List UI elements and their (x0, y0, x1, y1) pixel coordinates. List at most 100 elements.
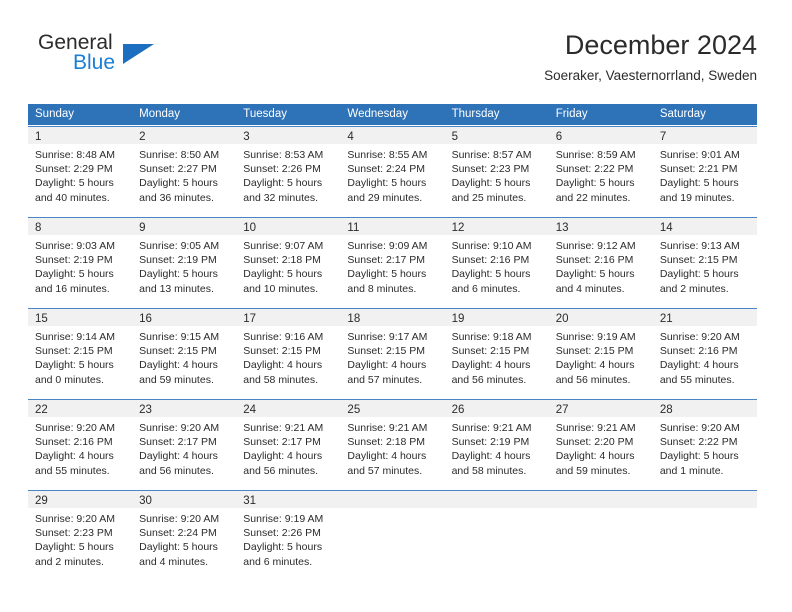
day-number: 6 (555, 131, 563, 143)
weekday-header-monday: Monday (139, 108, 181, 120)
calendar-day-cell[interactable]: 8 Sunrise: 9:03 AM Sunset: 2:19 PM Daylight… (28, 218, 133, 301)
daylight-text-line2: and 2 minutes. (35, 555, 104, 568)
daylight-text-line2: and 2 minutes. (659, 282, 729, 295)
day-number: 9 (139, 222, 146, 234)
day-number: 30 (139, 495, 152, 507)
daylight-text-line1: Daylight: 4 hours (243, 359, 323, 372)
calendar-day-cell[interactable]: 28 Sunrise: 9:20 AM Sunset: 2:22 PM Dayligh… (652, 400, 757, 483)
daylight-text-line1: Daylight: 5 hours (139, 268, 218, 281)
sunset-text: Sunset: 2:26 PM (243, 527, 321, 540)
calendar-day-cell[interactable]: 27 Sunrise: 9:21 AM Sunset: 2:20 PM Dayligh… (548, 400, 653, 483)
calendar-day-cell[interactable]: 29 Sunrise: 9:20 AM Sunset: 2:23 PM Dayligh… (28, 491, 133, 574)
day-number-band: 8 (28, 218, 133, 235)
calendar-day-cell[interactable]: 9 Sunrise: 9:05 AM Sunset: 2:19 PM Daylight… (132, 218, 237, 301)
daylight-text-line2: and 55 minutes. (659, 373, 735, 386)
calendar-day-cell[interactable]: 7 Sunrise: 9:01 AM Sunset: 2:21 PM Daylight… (652, 127, 757, 210)
day-number-band: 5 (444, 127, 549, 144)
day-number: 25 (347, 404, 361, 416)
daylight-text-line1: Daylight: 5 hours (35, 541, 114, 554)
day-number-band: 22 (28, 400, 133, 417)
day-number: 18 (347, 313, 361, 325)
day-number: 21 (659, 313, 673, 325)
calendar-day-cell[interactable]: 20 Sunrise: 9:19 AM Sunset: 2:15 PM Dayligh… (548, 309, 653, 392)
calendar-day-cell-empty (444, 491, 549, 574)
day-number: 7 (659, 131, 667, 143)
weekday-header-friday: Friday (555, 108, 588, 120)
day-details (549, 508, 653, 512)
sunrise-text: Sunrise: 9:05 AM (139, 240, 220, 252)
daylight-text-line2: and 56 minutes. (451, 373, 527, 386)
day-number: 17 (243, 313, 257, 325)
calendar-day-cell[interactable]: 19 Sunrise: 9:18 AM Sunset: 2:15 PM Dayligh… (444, 309, 549, 392)
daylight-text-line1: Daylight: 5 hours (243, 268, 323, 281)
calendar-day-cell[interactable]: 18 Sunrise: 9:17 AM Sunset: 2:15 PM Dayligh… (340, 309, 445, 392)
sunrise-text: Sunrise: 9:20 AM (139, 422, 220, 434)
day-number: 11 (347, 222, 360, 234)
daylight-text-line2: and 56 minutes. (555, 373, 631, 386)
generalblue-logo[interactable]: General Blue (38, 32, 218, 88)
weeks-container: 1 Sunrise: 8:48 AM Sunset: 2:29 PM Daylight… (28, 126, 757, 574)
calendar-day-cell[interactable]: 31 Sunrise: 9:19 AM Sunset: 2:26 PM Dayligh… (236, 491, 341, 574)
daylight-text-line1: Daylight: 4 hours (555, 359, 635, 372)
calendar-day-cell[interactable]: 13 Sunrise: 9:12 AM Sunset: 2:16 PM Dayligh… (548, 218, 653, 301)
calendar-day-cell[interactable]: 6 Sunrise: 8:59 AM Sunset: 2:22 PM Daylight… (548, 127, 653, 210)
sunrise-text: Sunrise: 8:59 AM (555, 149, 636, 161)
daylight-text-line2: and 16 minutes. (35, 282, 110, 295)
page-header: General Blue December 2024 Soeraker, Vae… (28, 28, 757, 96)
calendar-day-cell[interactable]: 14 Sunrise: 9:13 AM Sunset: 2:15 PM Dayligh… (652, 218, 757, 301)
calendar-day-cell[interactable]: 30 Sunrise: 9:20 AM Sunset: 2:24 PM Dayligh… (132, 491, 237, 574)
day-number-band: 31 (236, 491, 341, 508)
calendar-day-cell[interactable]: 22 Sunrise: 9:20 AM Sunset: 2:16 PM Dayligh… (28, 400, 133, 483)
calendar-day-cell-empty (340, 491, 445, 574)
day-number-band: 30 (132, 491, 237, 508)
day-number-band: 1 (28, 127, 133, 144)
day-number-band: 26 (444, 400, 549, 417)
sunset-text: Sunset: 2:22 PM (659, 436, 738, 449)
calendar-day-cell[interactable]: 25 Sunrise: 9:21 AM Sunset: 2:18 PM Dayligh… (340, 400, 445, 483)
day-details: Sunrise: 9:21 AM Sunset: 2:18 PM Daylight:… (340, 417, 444, 478)
day-number-band: 28 (652, 400, 757, 417)
daylight-text-line2: and 6 minutes. (451, 282, 521, 295)
daylight-text-line1: Daylight: 5 hours (243, 541, 323, 554)
daylight-text-line2: and 22 minutes. (555, 191, 631, 204)
calendar-day-cell[interactable]: 10 Sunrise: 9:07 AM Sunset: 2:18 PM Dayligh… (236, 218, 341, 301)
day-number-band: 4 (340, 127, 445, 144)
daylight-text-line2: and 1 minute. (659, 464, 724, 477)
calendar-day-cell[interactable]: 23 Sunrise: 9:20 AM Sunset: 2:17 PM Dayligh… (132, 400, 237, 483)
calendar-day-cell[interactable]: 16 Sunrise: 9:15 AM Sunset: 2:15 PM Dayligh… (132, 309, 237, 392)
calendar-day-cell[interactable]: 2 Sunrise: 8:50 AM Sunset: 2:27 PM Daylight… (132, 127, 237, 210)
calendar-day-cell[interactable]: 11 Sunrise: 9:09 AM Sunset: 2:17 PM Dayligh… (340, 218, 445, 301)
calendar-day-cell[interactable]: 4 Sunrise: 8:55 AM Sunset: 2:24 PM Daylight… (340, 127, 445, 210)
location-subtitle: Soeraker, Vaesternorrland, Sweden (544, 68, 757, 83)
day-number: 24 (243, 404, 257, 416)
day-number: 1 (35, 131, 42, 143)
day-number: 22 (35, 404, 48, 416)
sunset-text: Sunset: 2:26 PM (243, 163, 321, 176)
daylight-text-line1: Daylight: 4 hours (555, 450, 635, 463)
calendar-day-cell-empty (548, 491, 653, 574)
day-number-band: 6 (548, 127, 653, 144)
daylight-text-line1: Daylight: 5 hours (659, 450, 739, 463)
calendar-day-cell[interactable]: 26 Sunrise: 9:21 AM Sunset: 2:19 PM Dayligh… (444, 400, 549, 483)
sunset-text: Sunset: 2:15 PM (659, 254, 738, 267)
calendar-day-cell[interactable]: 12 Sunrise: 9:10 AM Sunset: 2:16 PM Dayligh… (444, 218, 549, 301)
sunset-text: Sunset: 2:22 PM (555, 163, 634, 176)
calendar-day-cell[interactable]: 15 Sunrise: 9:14 AM Sunset: 2:15 PM Dayligh… (28, 309, 133, 392)
calendar-day-cell[interactable]: 5 Sunrise: 8:57 AM Sunset: 2:23 PM Daylight… (444, 127, 549, 210)
daylight-text-line2: and 13 minutes. (139, 282, 214, 295)
day-details: Sunrise: 9:21 AM Sunset: 2:17 PM Daylight:… (236, 417, 340, 478)
calendar-day-cell[interactable]: 21 Sunrise: 9:20 AM Sunset: 2:16 PM Dayligh… (652, 309, 757, 392)
day-details: Sunrise: 9:20 AM Sunset: 2:17 PM Daylight:… (132, 417, 236, 478)
daylight-text-line2: and 32 minutes. (243, 191, 318, 204)
sunrise-text: Sunrise: 9:13 AM (659, 240, 740, 252)
calendar-day-cell[interactable]: 17 Sunrise: 9:16 AM Sunset: 2:15 PM Dayligh… (236, 309, 341, 392)
sunset-text: Sunset: 2:16 PM (35, 436, 113, 449)
calendar-day-cell[interactable]: 3 Sunrise: 8:53 AM Sunset: 2:26 PM Daylight… (236, 127, 341, 210)
day-number-band: 3 (236, 127, 341, 144)
day-details: Sunrise: 8:53 AM Sunset: 2:26 PM Daylight:… (236, 144, 340, 205)
sunrise-text: Sunrise: 9:15 AM (139, 331, 220, 343)
day-details: Sunrise: 9:16 AM Sunset: 2:15 PM Daylight:… (236, 326, 340, 387)
calendar-day-cell[interactable]: 24 Sunrise: 9:21 AM Sunset: 2:17 PM Dayligh… (236, 400, 341, 483)
daylight-text-line1: Daylight: 4 hours (347, 450, 427, 463)
calendar-day-cell[interactable]: 1 Sunrise: 8:48 AM Sunset: 2:29 PM Daylight… (28, 127, 133, 210)
